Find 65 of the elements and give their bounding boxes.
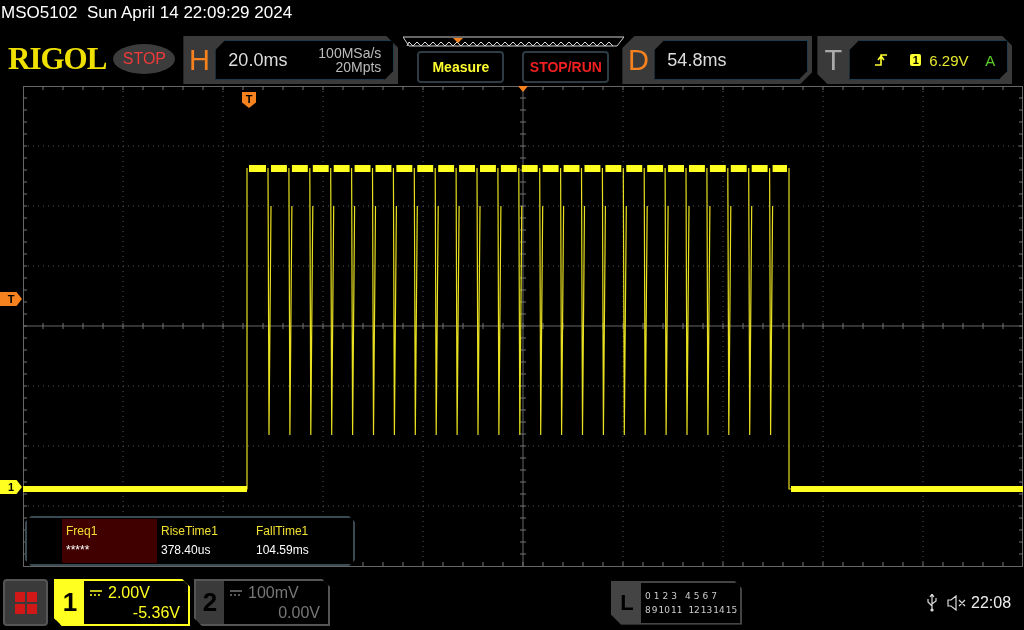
logic-channel-number: 8 [645,604,651,615]
channel-offset-marker[interactable]: 1 [0,480,22,494]
clock-time: 22:08 [971,593,1012,612]
trigger-source-badge: 1 [910,54,922,66]
logic-channel-number: 10 [658,604,670,615]
channel-scale: 100mV [248,583,299,603]
measurement-value: 104.59ms [256,544,310,557]
trigger-position-marker[interactable]: T [242,92,256,108]
logic-channels-panel[interactable]: L 0 1 2 3 4 5 6 7 8 9 10 11 12 13 14 15 [611,580,742,625]
logic-channel-number: 3 [671,590,677,601]
measurement-name: Freq1 [66,525,99,538]
delay-value: 54.8ms [667,49,727,71]
logic-channel-number: 0 [645,590,651,601]
channel-panel[interactable]: 2 100mV 0.00V [194,579,330,626]
delay-label: D [626,43,650,78]
measurement-cell[interactable]: RiseTime1 378.40us [157,519,252,563]
logic-channel-number: 11 [670,604,683,615]
logic-channel-number: 9 [651,604,658,615]
logic-channel-number: 14 [713,604,725,615]
measurement-cell[interactable]: Freq1 ***** [62,519,157,563]
memory-depth: 20Mpts [335,60,382,74]
trigger-mode: A [985,51,996,69]
logic-channel-number: 12 [688,604,700,615]
trigger-label: T [823,43,844,78]
logic-channel-number: 15 [725,604,738,615]
status-line: MSO5102 Sun April 14 22:09:29 2024 [1,3,293,22]
dc-coupling-icon [90,590,102,596]
logic-channel-number: 2 [662,590,669,601]
horizontal-label: H [187,43,211,78]
trigger-level-marker[interactable]: T [0,292,22,306]
sample-rate: 100MSa/s [318,46,382,60]
grid-menu-button[interactable] [3,579,48,626]
timebase-field[interactable]: 20.0ms 100MSa/s 20Mpts [215,40,395,80]
timebase-value: 20.0ms [228,49,288,71]
delay-field[interactable]: 54.8ms [654,40,809,80]
logic-label: L [613,582,641,623]
stop-run-button[interactable]: STOP/RUN [522,51,610,83]
logic-channel-number: 7 [711,590,717,601]
logic-channel-number: 13 [700,604,713,615]
measurement-value: ***** [66,544,91,557]
logic-channel-number: 6 [702,590,709,601]
measurement-cell[interactable]: FallTime1 104.59ms [252,519,347,563]
rigol-logo: RIGOL [8,44,107,74]
measurement-name: FallTime1 [256,525,310,538]
logic-channel-number: 5 [693,590,700,601]
measurement-name: RiseTime1 [161,525,219,538]
trigger-field[interactable]: 1 6.29V A [849,40,1009,80]
dc-coupling-icon [230,590,242,596]
channel-number: 2 [201,586,219,619]
grid-menu-icon [14,591,37,614]
run-state-indicator: STOP [113,44,176,74]
channel-offset: -5.36V [132,603,180,623]
channel-scale: 2.00V [108,583,150,603]
channel-number: 1 [61,586,79,619]
channel-panel[interactable]: 1 2.00V -5.36V [54,579,190,626]
usb-icon [927,593,937,612]
delay-marker-icon [518,86,528,92]
channel-offset: 0.00V [278,603,320,623]
trigger-level: 6.29V [929,51,969,69]
logic-channel-number: 1 [653,590,660,601]
muted-speaker-icon [947,594,967,611]
logic-channel-number: 4 [684,590,691,601]
rising-edge-icon [874,53,889,67]
measurement-value: 378.40us [161,544,212,557]
measure-button[interactable]: Measure [417,51,505,83]
